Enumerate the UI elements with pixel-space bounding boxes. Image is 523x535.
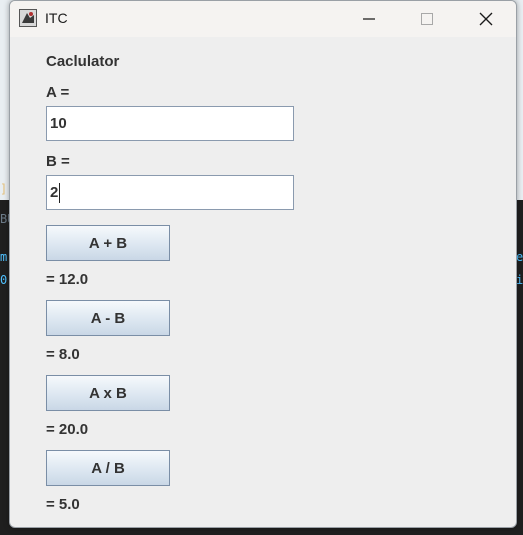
a-label: A = <box>46 84 70 101</box>
background-fragment: e <box>516 250 523 264</box>
subtract-button[interactable]: A - B <box>46 300 170 336</box>
b-label: B = <box>46 153 70 170</box>
maximize-icon <box>421 13 433 25</box>
background-fragment: 0 <box>0 273 8 287</box>
heading-label: Caclulator <box>46 53 120 70</box>
close-button[interactable] <box>463 1 509 37</box>
subtract-result: = 8.0 <box>46 346 80 363</box>
window-title: ITC <box>45 10 68 26</box>
b-input-value: 2 <box>50 184 59 201</box>
background-fragment: ] <box>0 182 8 196</box>
a-input-value: 10 <box>50 115 67 132</box>
multiply-result: = 20.0 <box>46 421 89 438</box>
calculator-panel: Caclulator A = 10 B = 2 A + B = 12.0 A -… <box>10 37 516 527</box>
minimize-icon <box>363 18 375 20</box>
title-bar[interactable]: ITC <box>10 1 516 37</box>
minimize-button[interactable] <box>346 1 392 37</box>
a-input[interactable]: 10 <box>46 106 294 141</box>
background-fragment: m <box>0 250 8 264</box>
text-caret <box>59 183 60 203</box>
b-input[interactable]: 2 <box>46 175 294 210</box>
add-button[interactable]: A + B <box>46 225 170 261</box>
java-app-icon <box>19 9 37 27</box>
close-icon <box>479 12 493 26</box>
add-result: = 12.0 <box>46 271 89 288</box>
app-window: ITC Caclulator A = 10 B = 2 A + B = 12.0… <box>9 0 517 528</box>
divide-result: = 5.0 <box>46 496 80 513</box>
multiply-button[interactable]: A x B <box>46 375 170 411</box>
background-fragment: i <box>516 273 523 287</box>
maximize-button[interactable] <box>404 1 450 37</box>
divide-button[interactable]: A / B <box>46 450 170 486</box>
